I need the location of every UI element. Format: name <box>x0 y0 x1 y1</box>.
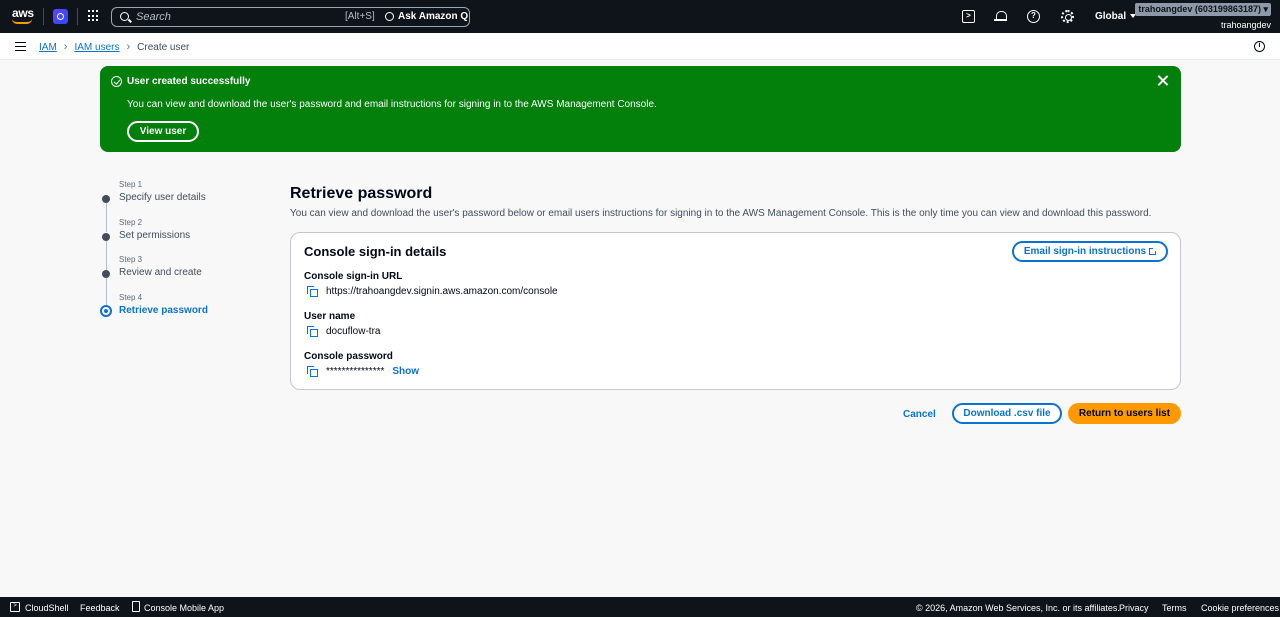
search-box[interactable]: [Alt+S] Ask Amazon Q <box>111 7 470 27</box>
chevron-right-icon: › <box>126 41 131 53</box>
step-dot-icon <box>102 270 110 278</box>
copy-icon[interactable] <box>307 286 318 297</box>
show-password-link[interactable]: Show <box>392 366 419 377</box>
search-shortcut: [Alt+S] <box>345 11 375 22</box>
cancel-button[interactable]: Cancel <box>903 409 936 430</box>
breadcrumb-item-iam[interactable]: IAM <box>39 42 57 53</box>
ask-amazon-q-label: Ask Amazon Q <box>398 11 469 22</box>
sign-in-details-card: Console sign-in details Email sign-in in… <box>290 232 1181 390</box>
step-current-dot-icon <box>100 304 112 317</box>
services-grid-icon[interactable] <box>88 10 100 22</box>
field-console-url: Console sign-in URL https://trahoangdev.… <box>304 271 558 297</box>
aws-smile-icon <box>12 19 32 24</box>
card-title: Console sign-in details <box>304 244 447 259</box>
ask-amazon-q-button[interactable]: Ask Amazon Q <box>385 11 468 22</box>
nav-divider <box>43 8 44 25</box>
console-url-value: https://trahoangdev.signin.aws.amazon.co… <box>326 286 558 297</box>
step-label: Review and create <box>119 267 202 278</box>
breadcrumb: IAM › IAM users › Create user <box>39 41 189 53</box>
page-description: You can view and download the user's pas… <box>290 208 1152 219</box>
field-label: Console password <box>304 351 393 362</box>
footer: > CloudShell Feedback Console Mobile App… <box>0 597 1280 617</box>
success-check-icon <box>111 76 122 87</box>
footer-cookie-preferences-link[interactable]: Cookie preferences <box>1201 603 1279 613</box>
top-navigation: aws [Alt+S] Ask Amazon Q > ? Global trah… <box>0 0 1280 33</box>
cloudshell-icon: > <box>10 602 20 612</box>
user-name-value: docuflow-tra <box>326 326 381 337</box>
breadcrumb-item-iam-users[interactable]: IAM users <box>74 42 119 53</box>
aws-logo[interactable]: aws <box>11 6 35 26</box>
help-icon[interactable]: ? <box>1027 10 1040 23</box>
wizard-steps: Step 1 Specify user details Step 2 Set p… <box>100 178 270 328</box>
view-user-button[interactable]: View user <box>127 121 199 142</box>
step-label: Retrieve password <box>119 304 208 316</box>
step-number: Step 3 <box>119 255 143 264</box>
aws-logo-text: aws <box>12 6 34 20</box>
region-selector[interactable]: Global <box>1095 11 1137 22</box>
wizard-step-3: Step 3 Review and create <box>100 253 270 307</box>
field-user-name: User name docuflow-tra <box>304 311 380 337</box>
field-label: User name <box>304 311 356 322</box>
wizard-step-4: Step 4 Retrieve password <box>100 291 270 329</box>
step-label: Set permissions <box>119 229 191 241</box>
main-content: User created successfully You can view a… <box>0 60 1280 597</box>
search-icon <box>120 12 129 21</box>
breadcrumb-bar: IAM › IAM users › Create user i <box>0 33 1280 60</box>
menu-hamburger-icon[interactable] <box>15 42 26 51</box>
flash-message: You can view and download the user's pas… <box>127 99 657 110</box>
amazon-q-small-icon <box>385 12 394 21</box>
step-number: Step 4 <box>119 292 143 302</box>
notifications-bell-icon[interactable] <box>994 10 1007 23</box>
wizard-step-2: Step 2 Set permissions <box>100 216 270 270</box>
step-dot-icon <box>102 195 110 203</box>
step-dot-icon <box>102 232 110 241</box>
password-value: *************** <box>326 366 385 377</box>
region-label: Global <box>1095 11 1127 22</box>
footer-cloudshell-link[interactable]: CloudShell <box>25 603 69 613</box>
footer-privacy-link[interactable]: Privacy <box>1119 603 1149 613</box>
account-id-text: trahoangdev (603199863187) <box>1138 4 1261 14</box>
footer-copyright: © 2026, Amazon Web Services, Inc. or its… <box>916 603 1120 613</box>
download-csv-button[interactable]: Download .csv file <box>952 403 1062 424</box>
search-input[interactable] <box>136 10 336 24</box>
account-menu[interactable]: trahoangdev (603199863187) ▾ trahoangdev <box>1135 1 1271 30</box>
mobile-icon <box>132 601 140 612</box>
wizard-step-1: Step 1 Specify user details <box>100 178 270 232</box>
info-panel-icon[interactable]: i <box>1254 41 1265 52</box>
close-icon[interactable] <box>1157 75 1169 87</box>
breadcrumb-current: Create user <box>137 41 190 53</box>
step-number: Step 1 <box>119 180 143 189</box>
field-console-password: Console password *************** Show <box>304 351 419 377</box>
email-button-label: Email sign-in instructions <box>1023 246 1147 257</box>
email-sign-in-instructions-button[interactable]: Email sign-in instructions <box>1012 241 1168 262</box>
field-label: Console sign-in URL <box>304 271 403 282</box>
page-title: Retrieve password <box>290 185 433 202</box>
copy-icon[interactable] <box>307 326 318 337</box>
step-label: Specify user details <box>119 192 206 203</box>
amazon-q-icon[interactable] <box>53 9 68 24</box>
return-to-users-button[interactable]: Return to users list <box>1068 403 1181 424</box>
success-flash-banner: User created successfully You can view a… <box>100 66 1181 152</box>
chevron-right-icon: › <box>63 41 68 53</box>
footer-terms-link[interactable]: Terms <box>1162 603 1187 613</box>
nav-divider <box>77 8 78 25</box>
footer-feedback-link[interactable]: Feedback <box>80 603 120 613</box>
external-link-icon <box>1149 246 1159 255</box>
account-name: trahoangdev <box>1220 20 1271 30</box>
step-number: Step 2 <box>119 217 143 227</box>
account-id-badge: trahoangdev (603199863187) ▾ <box>1135 3 1271 16</box>
copy-icon[interactable] <box>307 366 318 377</box>
footer-mobile-app-link[interactable]: Console Mobile App <box>144 603 224 613</box>
flash-title: User created successfully <box>127 76 251 87</box>
settings-gear-icon[interactable] <box>1061 10 1074 23</box>
cloudshell-icon[interactable]: > <box>962 10 975 23</box>
